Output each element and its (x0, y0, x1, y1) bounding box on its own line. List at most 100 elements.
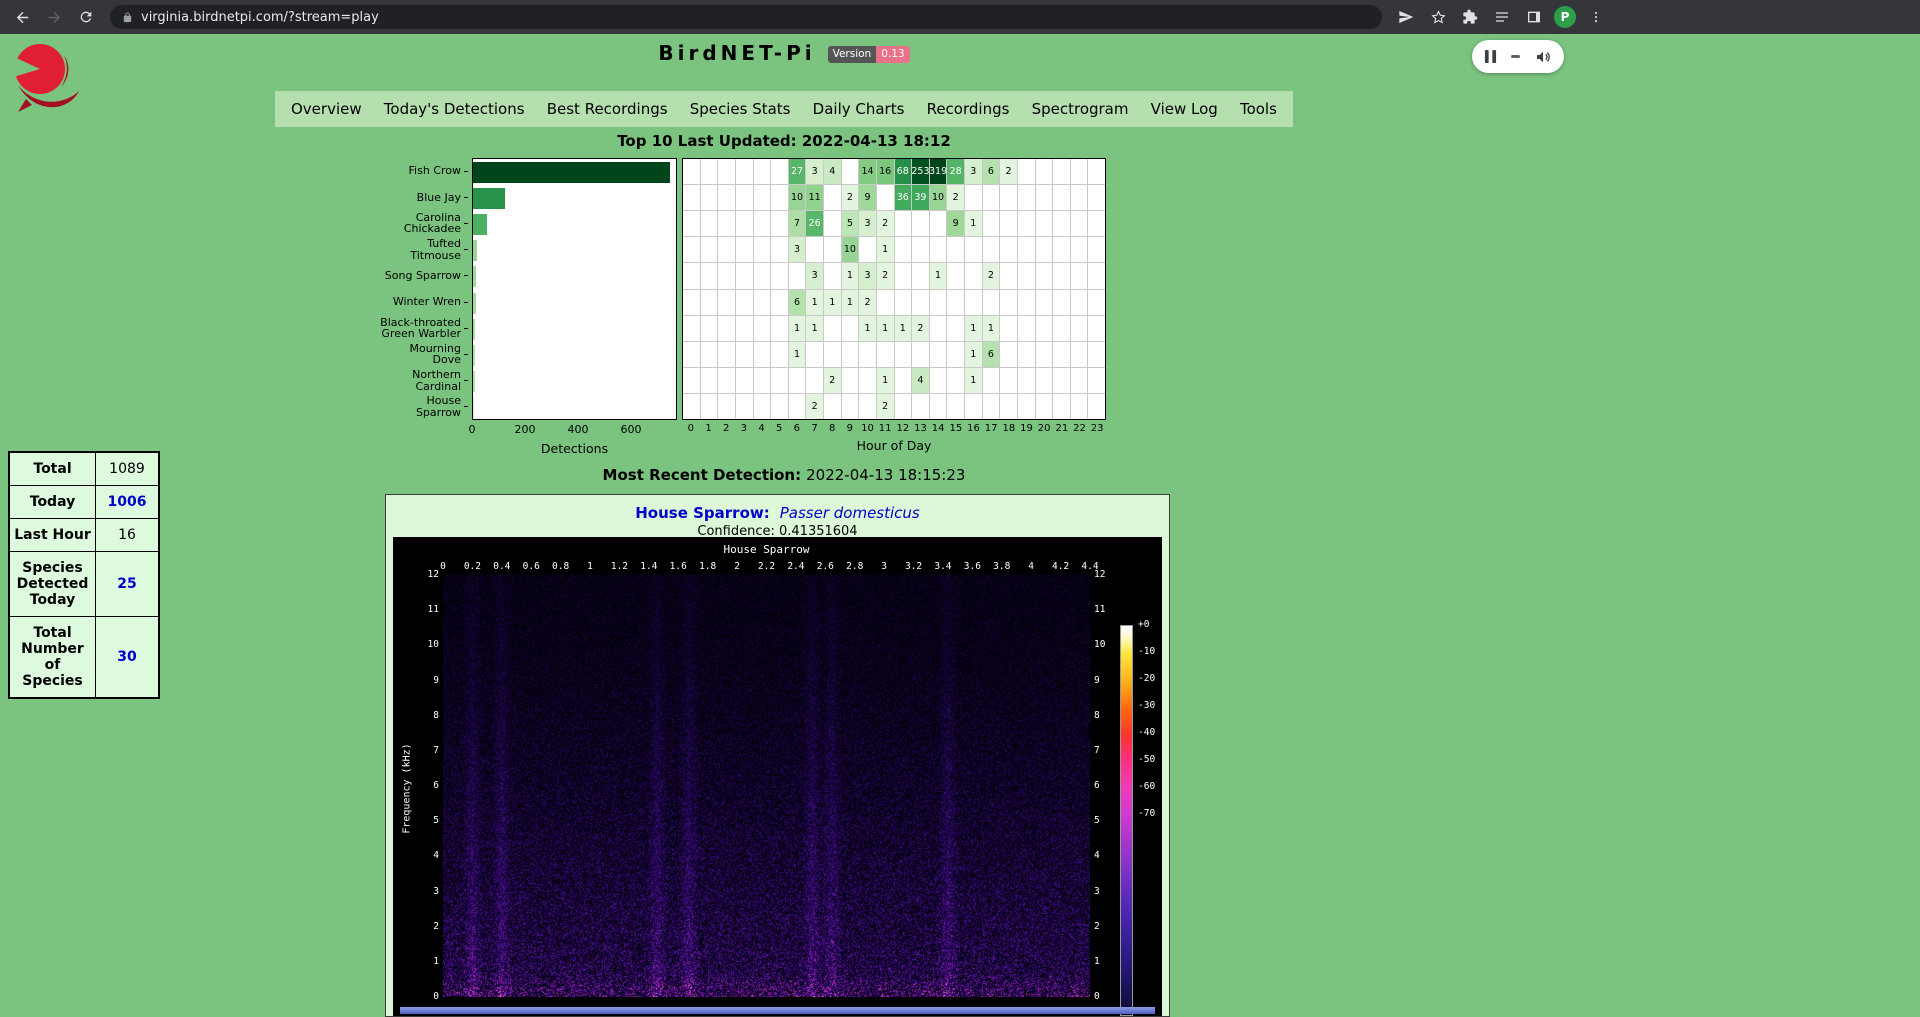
nav-item-daily-charts[interactable]: Daily Charts (813, 100, 905, 118)
heatmap-cell (1071, 185, 1088, 210)
spec-ytick-label: 3 (413, 886, 439, 897)
axis-tick-mark (464, 380, 468, 381)
heatmap-xtick-label: 23 (1089, 423, 1106, 434)
heatmap-cell (1053, 211, 1070, 236)
heatmap-cell (947, 342, 964, 367)
detection-scientific-name[interactable]: Passer domesticus (780, 504, 920, 522)
heatmap-cell (912, 342, 929, 367)
bar-plot (472, 158, 677, 420)
heatmap-cell (718, 237, 735, 262)
heatmap-cell: 253 (912, 159, 929, 184)
species-label: Song Sparrow (380, 263, 468, 289)
heatmap-xtick-label: 19 (1018, 423, 1035, 434)
heatmap-xtick-label: 20 (1036, 423, 1053, 434)
heatmap-cell: 6 (983, 342, 1000, 367)
browser-forward-button[interactable] (41, 4, 67, 30)
heatmap-xtick-label: 7 (806, 423, 823, 434)
heatmap-cell (842, 159, 859, 184)
heatmap-cell (771, 211, 788, 236)
heatmap-cell (947, 237, 964, 262)
nav-item-today-s-detections[interactable]: Today's Detections (384, 100, 525, 118)
heatmap-cell: 1 (877, 316, 894, 341)
heatmap-cell (718, 342, 735, 367)
heatmap-cell (965, 185, 982, 210)
bookmark-star-icon[interactable] (1425, 4, 1451, 30)
heatmap-xtick-label: 3 (735, 423, 752, 434)
heatmap-cell: 1 (877, 368, 894, 393)
extensions-icon[interactable] (1457, 4, 1483, 30)
species-label-text: Winter Wren (393, 296, 461, 308)
spec-ytick-label: 5 (413, 815, 439, 826)
heatmap-cell (1088, 159, 1105, 184)
heatmap-cell (1053, 237, 1070, 262)
heatmap-cell (965, 263, 982, 288)
nav-item-best-recordings[interactable]: Best Recordings (547, 100, 668, 118)
species-label-text: Northern Cardinal (380, 369, 461, 392)
stats-table: Total1089Today1006Last Hour16Species Det… (8, 451, 160, 699)
heatmap-cell (754, 159, 771, 184)
heatmap-cell (1053, 316, 1070, 341)
heatmap-cell (1053, 263, 1070, 288)
nav-item-recordings[interactable]: Recordings (927, 100, 1010, 118)
heatmap-cell (1071, 159, 1088, 184)
heatmap-cell (1071, 368, 1088, 393)
detection-common-name[interactable]: House Sparrow: (635, 504, 769, 522)
reading-list-icon[interactable] (1489, 4, 1515, 30)
pause-button[interactable] (1484, 49, 1497, 64)
heatmap-cell: 1 (806, 316, 823, 341)
species-label: Mourning Dove (380, 341, 468, 367)
heatmap-cell (683, 290, 700, 315)
species-label: Black-throated Green Warbler (380, 315, 468, 341)
heatmap-cell (1088, 394, 1105, 419)
heatmap-cell (1018, 263, 1035, 288)
heatmap-cell (789, 394, 806, 419)
nav-item-tools[interactable]: Tools (1240, 100, 1277, 118)
stat-label: Total Number of Species (9, 617, 96, 699)
profile-avatar[interactable]: P (1554, 6, 1576, 28)
browser-back-button[interactable] (9, 4, 35, 30)
browser-menu-icon[interactable] (1583, 4, 1609, 30)
stat-label: Total (9, 452, 96, 486)
heatmap-cell (912, 263, 929, 288)
side-panel-icon[interactable] (1521, 4, 1547, 30)
spec-ytick-label: 2 (1094, 921, 1120, 932)
stat-value[interactable]: 1006 (96, 486, 160, 519)
species-label: Tufted Titmouse (380, 237, 468, 263)
heatmap-cell (718, 211, 735, 236)
stat-value[interactable]: 25 (96, 552, 160, 617)
nav-item-overview[interactable]: Overview (291, 100, 362, 118)
heatmap-cell: 1 (842, 263, 859, 288)
heatmap-cell (789, 263, 806, 288)
heatmap-cell: 1 (789, 316, 806, 341)
browser-reload-button[interactable] (73, 4, 99, 30)
nav-item-spectrogram[interactable]: Spectrogram (1032, 100, 1129, 118)
heatmap-cell (806, 342, 823, 367)
heatmap-cell (736, 368, 753, 393)
heatmap-cell (1036, 159, 1053, 184)
heatmap-cell (824, 342, 841, 367)
heatmap-cell (736, 342, 753, 367)
species-label-text: Song Sparrow (385, 270, 461, 282)
spec-xtick-label: 3 (869, 561, 899, 572)
heatmap-cell (718, 290, 735, 315)
send-to-device-icon[interactable] (1393, 4, 1419, 30)
stat-value[interactable]: 30 (96, 617, 160, 699)
seek-handle[interactable] (1511, 55, 1520, 58)
spec-xtick-label: 3.6 (957, 561, 987, 572)
address-bar[interactable]: virginia.birdnetpi.com/?stream=play (110, 5, 1382, 29)
nav-item-view-log[interactable]: View Log (1151, 100, 1218, 118)
heatmap-cell (930, 237, 947, 262)
heatmap-cell: 68 (895, 159, 912, 184)
heatmap-cell (771, 159, 788, 184)
bar-xtick-label: 400 (563, 423, 593, 436)
spec-xtick-label: 4 (1016, 561, 1046, 572)
heatmap-cell (789, 368, 806, 393)
spec-ytick-label: 0 (413, 991, 439, 1002)
volume-button[interactable] (1534, 49, 1552, 65)
heatmap-cell (1000, 316, 1017, 341)
heatmap-cell (718, 316, 735, 341)
stats-row: Total1089 (9, 452, 159, 486)
spec-ytick-label: 11 (413, 604, 439, 615)
heatmap-xtick-label: 16 (965, 423, 982, 434)
nav-item-species-stats[interactable]: Species Stats (690, 100, 791, 118)
